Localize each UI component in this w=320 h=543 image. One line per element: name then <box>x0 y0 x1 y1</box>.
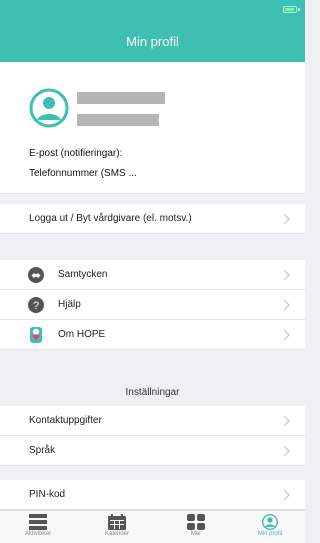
chevron-right-icon <box>283 329 290 341</box>
question-icon: ? <box>28 296 44 313</box>
chevron-right-icon <box>283 415 290 427</box>
tab-label: Mer <box>190 531 202 537</box>
phone-label: Telefonnummer (SMS ... <box>29 168 137 179</box>
redacted-id <box>77 114 159 126</box>
calendar-icon <box>108 514 126 530</box>
tab-label: Min profil <box>257 531 283 537</box>
settings-item-label: Språk <box>29 445 56 456</box>
battery-tip <box>298 8 300 11</box>
menu-item-om-hope[interactable]: Om HOPE <box>0 320 305 350</box>
settings-item-pin-kod[interactable]: PIN-kod <box>0 480 305 510</box>
grid-icon <box>187 514 205 530</box>
settings-section-header: Inställningar <box>0 378 305 406</box>
settings-item-kontaktuppgifter[interactable]: Kontaktuppgifter <box>0 406 305 436</box>
settings-item-sprak[interactable]: Språk <box>0 436 305 466</box>
chevron-right-icon <box>283 299 290 311</box>
tab-kalender[interactable]: Kalender <box>87 512 147 542</box>
redacted-name <box>77 92 165 104</box>
tab-mer[interactable]: Mer <box>166 512 226 542</box>
menu-item-label: Hjälp <box>58 299 81 310</box>
tab-label: Aktiviteter <box>24 531 52 537</box>
battery-icon <box>283 6 297 13</box>
profile-card: E-post (notifieringar): Telefonnummer (S… <box>0 62 305 194</box>
handshake-icon <box>28 266 44 283</box>
tab-aktiviteter[interactable]: Aktiviteter <box>8 512 68 542</box>
email-label: E-post (notifieringar): <box>29 148 123 159</box>
tab-bar: Aktiviteter Kalender Mer Min profil <box>0 510 305 543</box>
logout-label: Logga ut / Byt vårdgivare (el. motsv.) <box>29 213 192 224</box>
tab-min-profil[interactable]: Min profil <box>240 512 300 542</box>
settings-item-label: PIN-kod <box>29 489 66 500</box>
menu-item-label: Om HOPE <box>58 329 106 340</box>
menu-item-hjalp[interactable]: ? Hjälp <box>0 290 305 320</box>
chevron-right-icon <box>283 213 290 225</box>
logout-row[interactable]: Logga ut / Byt vårdgivare (el. motsv.) <box>0 204 305 234</box>
tab-label: Kalender <box>104 531 130 537</box>
menu-item-samtycken[interactable]: Samtycken <box>0 260 305 290</box>
page-title: Min profil <box>126 33 179 49</box>
chevron-right-icon <box>283 445 290 457</box>
chevron-right-icon <box>283 269 290 281</box>
avatar-icon <box>29 88 69 128</box>
settings-item-label: Kontaktuppgifter <box>29 415 102 426</box>
hope-logo-icon <box>30 326 42 343</box>
svg-text:?: ? <box>33 300 39 312</box>
list-icon <box>29 514 47 530</box>
status-bar <box>0 0 305 20</box>
menu-item-label: Samtycken <box>58 269 108 280</box>
nav-bar: Min profil <box>0 20 305 62</box>
person-icon <box>262 514 278 530</box>
chevron-right-icon <box>283 489 290 501</box>
